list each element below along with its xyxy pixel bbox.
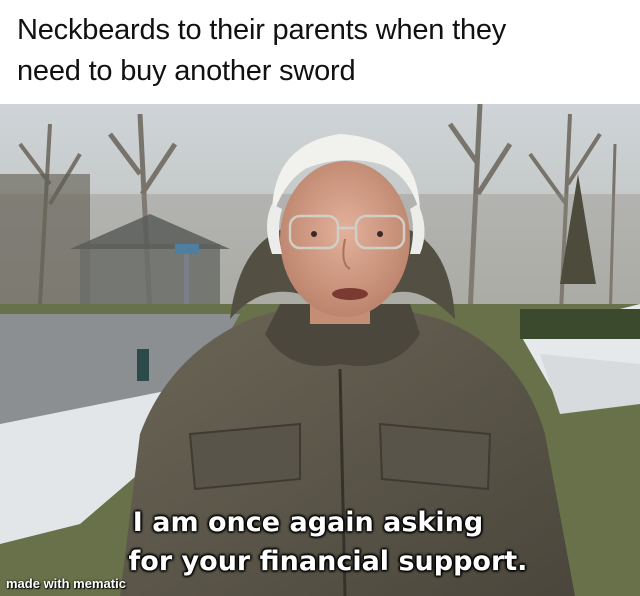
pocket-left bbox=[188, 422, 301, 491]
sign bbox=[175, 244, 199, 254]
sign-post bbox=[184, 244, 189, 314]
caption-line-2: need to buy another sword bbox=[17, 55, 356, 87]
overlay-line-1: I am once again asking bbox=[132, 507, 484, 538]
eye-left bbox=[311, 231, 317, 237]
overlay-line-2: for your financial support. bbox=[128, 546, 528, 577]
caption-line-1: Neckbeards to their parents when they bbox=[17, 14, 507, 46]
meme: Neckbeards to their parents when they ne… bbox=[0, 0, 640, 596]
bollard bbox=[137, 349, 149, 381]
eye-right bbox=[377, 231, 383, 237]
pocket-right bbox=[378, 422, 492, 491]
mematic-watermark: made with mematic bbox=[6, 576, 126, 591]
top-caption: Neckbeards to their parents when they ne… bbox=[0, 0, 640, 104]
hedge-right bbox=[520, 309, 640, 339]
mouth bbox=[332, 288, 368, 300]
